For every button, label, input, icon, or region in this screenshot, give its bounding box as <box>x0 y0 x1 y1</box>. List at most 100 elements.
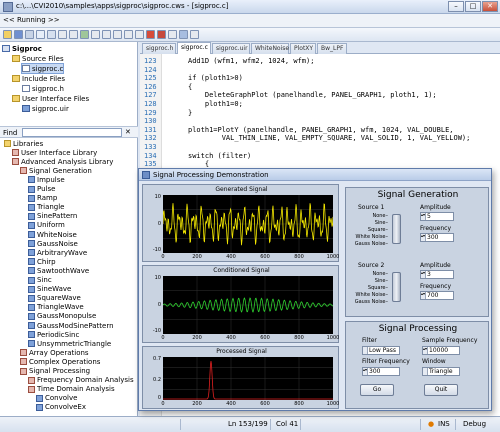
library-tree-item-impulse[interactable]: Impulse <box>28 175 65 184</box>
tab-sigproc-c[interactable]: sigproc.c <box>177 42 211 54</box>
find-input[interactable] <box>22 128 122 137</box>
project-tree-item-source-files[interactable]: Source Files <box>12 54 64 63</box>
library-tree-item-trianglewave[interactable]: TriangleWave <box>28 303 84 312</box>
minimize-button[interactable]: – <box>448 1 464 12</box>
save-all-icon[interactable] <box>25 30 34 39</box>
project-tree-item-user-interface-files[interactable]: User Interface Files <box>12 94 89 103</box>
source2-amplitude-input[interactable]: ▴▾ 3 <box>420 270 454 279</box>
library-tree-item-frequency-domain-analysis[interactable]: Frequency Domain Analysis <box>28 376 134 385</box>
project-tree-item-include-files[interactable]: Include Files <box>12 74 65 83</box>
step-into-icon[interactable] <box>102 30 111 39</box>
sample-frequency-input[interactable]: ▴▾ 10000 <box>422 346 460 355</box>
tree-item-label: SineWave <box>37 285 72 294</box>
print-icon[interactable] <box>36 30 45 39</box>
library-tree-item-signal-processing[interactable]: Signal Processing <box>20 367 90 376</box>
project-tree-item-sigproc-c[interactable]: sigproc.c <box>20 63 65 74</box>
function-icon <box>28 312 35 320</box>
library-tree-item-unsymmetrictriangle[interactable]: UnsymmetricTriangle <box>28 339 111 348</box>
source-option-gauss-noise[interactable]: Gauss Noise– <box>352 299 388 306</box>
library-tree-item-array-operations[interactable]: Array Operations <box>20 348 89 357</box>
function-icon <box>28 340 35 348</box>
project-tree-item-sigproc[interactable]: Sigproc <box>2 44 42 53</box>
step-over-icon[interactable] <box>113 30 122 39</box>
undo-icon[interactable] <box>58 30 67 39</box>
clear-find-icon[interactable]: ✕ <box>125 128 131 136</box>
folder-icon <box>12 75 20 82</box>
function-icon <box>28 185 35 193</box>
source1-frequency-input[interactable]: ▴▾ 300 <box>420 233 454 242</box>
tab-whitenoise[interactable]: WhiteNoise <box>251 43 289 54</box>
library-tree-item-libraries[interactable]: Libraries <box>4 139 43 148</box>
open-icon[interactable] <box>3 30 12 39</box>
find-icon[interactable] <box>47 30 56 39</box>
tab-sigproc-uir[interactable]: sigproc.uir <box>212 43 250 54</box>
library-tree-item-user-interface-library[interactable]: User Interface Library <box>12 148 97 157</box>
book-icon <box>20 367 27 375</box>
library-tree-item-gaussmodsinepattern[interactable]: GaussModSinePattern <box>28 321 114 330</box>
source2-frequency-input[interactable]: ▴▾ 700 <box>420 291 454 300</box>
source1-amplitude-input[interactable]: ▴▾ 5 <box>420 212 454 221</box>
watch-icon[interactable] <box>168 30 177 39</box>
library-tree-item-sawtoothwave[interactable]: SawtoothWave <box>28 266 89 275</box>
source-option-sine[interactable]: Sine– <box>352 220 388 227</box>
tab-bw-lpf[interactable]: Bw_LPF <box>317 43 347 54</box>
redo-icon[interactable] <box>69 30 78 39</box>
source1-selector-knob[interactable] <box>392 214 401 244</box>
close-button[interactable]: ✕ <box>482 1 498 12</box>
go-to-cursor-icon[interactable] <box>135 30 144 39</box>
library-tree-item-signal-generation[interactable]: Signal Generation <box>20 166 92 175</box>
source-option-square[interactable]: Square– <box>352 285 388 292</box>
library-tree-item-complex-operations[interactable]: Complex Operations <box>20 357 100 366</box>
run-icon[interactable] <box>80 30 89 39</box>
source-option-white-noise[interactable]: White Noise– <box>352 234 389 241</box>
library-tree-item-convolve[interactable]: Convolve <box>36 394 77 403</box>
library-tree-item-sinewave[interactable]: SineWave <box>28 285 71 294</box>
tree-item-label: User Interface Library <box>21 148 98 157</box>
source-option-white-noise[interactable]: White Noise– <box>352 292 389 299</box>
library-tree-item-arbitrarywave[interactable]: ArbitraryWave <box>28 248 87 257</box>
function-icon <box>28 294 35 302</box>
source2-selector-knob[interactable] <box>392 272 401 302</box>
x-tick: 0 <box>161 401 165 407</box>
library-tree-item-sinepattern[interactable]: SinePattern <box>28 212 77 221</box>
filter-select[interactable]: Low Pass <box>362 346 400 355</box>
configuration[interactable]: Debug <box>463 420 486 428</box>
tab-plotxy[interactable]: PlotXY <box>290 43 316 54</box>
library-tree-item-periodicsinc[interactable]: PeriodicSinc <box>28 330 79 339</box>
source-option-none[interactable]: None– <box>352 271 388 278</box>
source-option-none[interactable]: None– <box>352 213 388 220</box>
tab-sigproc-h[interactable]: sigproc.h <box>142 43 176 54</box>
library-tree-item-pulse[interactable]: Pulse <box>28 185 55 194</box>
library-tree-item-ramp[interactable]: Ramp <box>28 194 57 203</box>
pause-icon[interactable] <box>91 30 100 39</box>
breakpoint-icon[interactable] <box>157 30 166 39</box>
source-option-square[interactable]: Square– <box>352 227 388 234</box>
filter-frequency-input[interactable]: ▴▾ 300 <box>362 367 400 376</box>
library-tree-item-uniform[interactable]: Uniform <box>28 221 65 230</box>
library-tree-item-whitenoise[interactable]: WhiteNoise <box>28 230 77 239</box>
maximize-button[interactable]: □ <box>465 1 481 12</box>
go-button[interactable]: Go <box>360 384 394 396</box>
quit-button[interactable]: Quit <box>424 384 458 396</box>
step-out-icon[interactable] <box>124 30 133 39</box>
library-tree-item-advanced-analysis-library[interactable]: Advanced Analysis Library <box>12 157 113 166</box>
variables-icon[interactable] <box>179 30 188 39</box>
window-select[interactable]: Triangle <box>422 367 460 376</box>
library-tree-item-gaussmonopulse[interactable]: GaussMonopulse <box>28 312 96 321</box>
tree-item-label: ConvolveEx <box>45 403 86 412</box>
project-tree-item-sigproc-uir[interactable]: sigproc.uir <box>22 104 69 113</box>
save-icon[interactable] <box>14 30 23 39</box>
library-tree-item-gaussnoise[interactable]: GaussNoise <box>28 239 78 248</box>
library-tree-item-time-domain-analysis[interactable]: Time Domain Analysis <box>28 385 115 394</box>
library-tree-item-convolveex[interactable]: ConvolveEx <box>36 403 86 412</box>
source-option-sine[interactable]: Sine– <box>352 278 388 285</box>
project-tree-item-sigproc-h[interactable]: sigproc.h <box>22 84 64 93</box>
library-tree-item-triangle[interactable]: Triangle <box>28 203 65 212</box>
stop-icon[interactable] <box>146 30 155 39</box>
source-option-gauss-noise[interactable]: Gauss Noise– <box>352 241 388 248</box>
library-tree-item-sinc[interactable]: Sinc <box>28 276 52 285</box>
help-icon[interactable] <box>190 30 199 39</box>
library-tree-item-chirp[interactable]: Chirp <box>28 257 56 266</box>
function-icon <box>28 285 35 293</box>
library-tree-item-squarewave[interactable]: SquareWave <box>28 294 81 303</box>
